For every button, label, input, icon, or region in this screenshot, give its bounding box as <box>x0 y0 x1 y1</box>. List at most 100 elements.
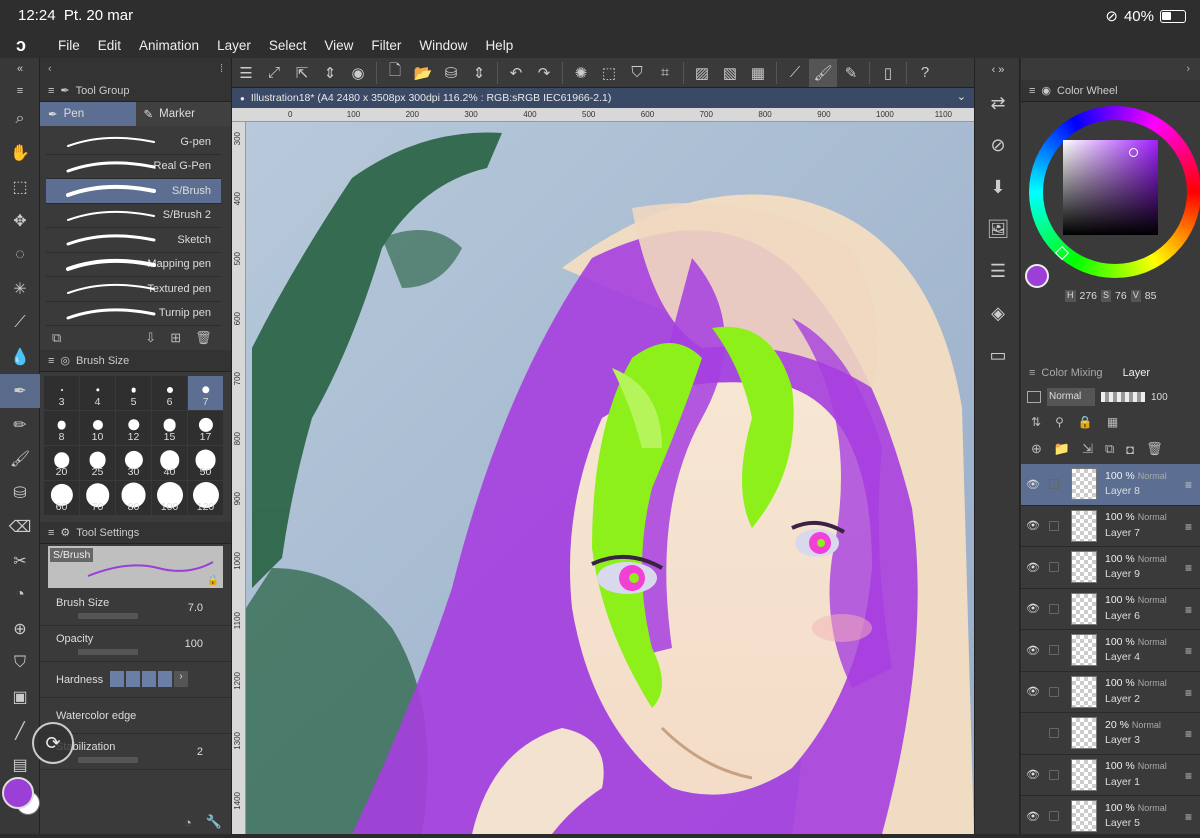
record-icon[interactable]: ◉ <box>344 59 372 87</box>
gradient-icon[interactable]: ▣ <box>0 680 40 714</box>
open-folder-icon[interactable]: 📂 <box>409 59 437 87</box>
import-icon[interactable]: ⇩ <box>145 330 156 346</box>
brush-size-cell[interactable]: 30 <box>116 446 151 480</box>
visibility-eye-icon[interactable]: 👁 <box>1021 644 1045 657</box>
layer-row[interactable]: 👁 100 % Normal Layer 1 ≡ <box>1021 755 1200 796</box>
brush-item[interactable]: S/Brush 2 <box>46 204 221 228</box>
ruler-snap-icon[interactable]: ⟋ <box>781 59 809 87</box>
visibility-eye-icon[interactable]: 👁 <box>1021 519 1045 532</box>
collapse-right-icon[interactable]: › <box>1186 63 1190 75</box>
pen-snap-icon[interactable]: ✎ <box>837 59 865 87</box>
layer-row[interactable]: 👁 100 % Normal Layer 5 ≡ <box>1021 796 1200 838</box>
close-dot-icon[interactable]: ● <box>240 94 245 103</box>
tab-color-mixing[interactable]: Color Mixing <box>1041 367 1102 379</box>
visibility-eye-icon[interactable]: 👁 <box>1021 768 1045 781</box>
brush-size-cell[interactable]: 80 <box>116 481 151 515</box>
brush-size-cell[interactable]: 100 <box>152 481 187 515</box>
visibility-eye-icon[interactable]: 👁 <box>1021 810 1045 823</box>
layer-check-box[interactable] <box>1049 686 1059 697</box>
layer-check-box[interactable] <box>1049 645 1059 656</box>
airbrush-icon[interactable]: ⛁ <box>0 476 40 510</box>
visibility-eye-icon[interactable]: 👁 <box>1021 685 1045 698</box>
current-color-swatch[interactable] <box>1025 264 1049 288</box>
blend-tool-icon[interactable]: 💧 <box>0 340 40 374</box>
menu-filter[interactable]: Filter <box>371 38 401 53</box>
selection-icon[interactable]: ⬚ <box>595 59 623 87</box>
brush-item[interactable]: Turnip pen <box>46 302 221 326</box>
image-icon[interactable]: 🖼 <box>975 208 1021 250</box>
layer-menu-icon[interactable]: ≡ <box>1185 644 1192 658</box>
layer-color-icon[interactable] <box>1027 391 1041 403</box>
brush-size-cell[interactable]: 12 <box>116 411 151 445</box>
hardness-selector[interactable]: › <box>110 671 188 687</box>
brush-size-cell[interactable]: 40 <box>152 446 187 480</box>
device-icon[interactable]: ▯ <box>874 59 902 87</box>
eyedropper-icon[interactable]: ⟋ <box>0 306 40 340</box>
color-swatch-area[interactable] <box>0 773 40 815</box>
brush-size-cell[interactable]: 10 <box>80 411 115 445</box>
document-tab[interactable]: ● Illustration18* (A4 2480 x 3508px 300d… <box>232 88 974 108</box>
clip-icon[interactable]: ⇅ <box>1031 415 1041 429</box>
rotate-canvas-button[interactable]: ⟳ <box>32 722 74 764</box>
layer-row[interactable]: 20 % Normal Layer 3 ≡ <box>1021 713 1200 755</box>
color-wheel-widget[interactable]: H 276 S 76 V 85 <box>1021 102 1200 310</box>
lock-transparency-icon[interactable]: ▦ <box>1107 415 1118 429</box>
layer-row[interactable]: 👁 100 % Normal Layer 6 ≡ <box>1021 589 1200 630</box>
reference-icon[interactable]: ⚲ <box>1055 415 1064 429</box>
brush-size-cell[interactable]: 70 <box>80 481 115 515</box>
layer-check-box[interactable] <box>1049 769 1059 780</box>
decoration-icon[interactable]: ✂ <box>0 544 40 578</box>
brush-size-cell[interactable]: 50 <box>188 446 223 480</box>
opacity-value[interactable]: 100 <box>1151 392 1168 403</box>
visibility-eye-icon[interactable]: 👁 <box>1021 478 1045 491</box>
layer-menu-icon[interactable]: ≡ <box>1185 727 1192 741</box>
tab-layer[interactable]: Layer <box>1123 367 1151 379</box>
brush-item[interactable]: G-pen <box>46 130 221 155</box>
menu-icon[interactable]: ≡ <box>48 355 54 367</box>
restore-icon[interactable]: ◔ <box>184 815 192 830</box>
transfer-icon[interactable]: ⇲ <box>1082 441 1093 457</box>
palette-menu-icon[interactable]: ≡ <box>0 80 40 102</box>
mask-icon[interactable]: ◘ <box>1126 442 1134 457</box>
layer-check-box[interactable] <box>1049 728 1059 739</box>
brush-size-cell[interactable]: 15 <box>152 411 187 445</box>
brush-size-cell[interactable]: 120 <box>188 481 223 515</box>
swap-icon[interactable]: ⇄ <box>975 82 1021 124</box>
brush-size-cell[interactable]: 5 <box>116 376 151 410</box>
layer-menu-icon[interactable]: ≡ <box>1185 603 1192 617</box>
layer-check-box[interactable] <box>1049 811 1059 822</box>
layer-check-box[interactable] <box>1049 520 1059 531</box>
blend-mode-select[interactable]: Normal <box>1047 388 1095 406</box>
hamburger-icon[interactable]: ☰ <box>232 59 260 87</box>
brush-snap-icon[interactable]: 🖌 <box>809 58 837 87</box>
fit-icon[interactable]: ⤢ <box>260 59 288 87</box>
layer-menu-icon[interactable]: ≡ <box>1185 520 1192 534</box>
tool-setting-row[interactable]: Brush Size 7.0 <box>40 590 231 626</box>
brush-item[interactable]: S/Brush <box>46 179 221 204</box>
main-color-swatch[interactable] <box>2 777 34 809</box>
clear-outside-icon[interactable]: ▧ <box>716 59 744 87</box>
menu-select[interactable]: Select <box>269 38 307 53</box>
sv-cursor[interactable] <box>1129 148 1138 157</box>
brush-item[interactable]: Textured pen <box>46 277 221 302</box>
blend-drop-icon[interactable]: ◔ <box>0 578 40 612</box>
menu-view[interactable]: View <box>324 38 353 53</box>
lock-layer-icon[interactable]: 🔒 <box>1078 415 1093 429</box>
saturation-value-square[interactable] <box>1063 140 1158 235</box>
lock-icon[interactable]: 🔒 <box>207 575 219 586</box>
menu-animation[interactable]: Animation <box>139 38 199 53</box>
menu-window[interactable]: Window <box>419 38 467 53</box>
frame-icon[interactable]: ▦ <box>744 59 772 87</box>
help-icon[interactable]: ? <box>911 59 939 87</box>
layer-row[interactable]: 👁 100 % Normal Layer 7 ≡ <box>1021 506 1200 547</box>
brush-size-cell[interactable]: 8 <box>44 411 79 445</box>
object-tool-icon[interactable]: ⬚ <box>0 170 40 204</box>
layer-menu-icon[interactable]: ≡ <box>1185 810 1192 824</box>
stepper-icon[interactable]: ⇕ <box>316 59 344 87</box>
tab-marker[interactable]: ✎ Marker <box>135 102 231 126</box>
pen-tool-icon[interactable]: ✒ <box>0 374 40 408</box>
zoom-tool-icon[interactable]: ⌕ <box>0 102 40 136</box>
collapse-left-icon[interactable]: ‹ <box>48 63 52 75</box>
menu-icon[interactable]: ≡ <box>48 85 54 97</box>
app-logo-icon[interactable]: ↄ <box>16 35 38 56</box>
